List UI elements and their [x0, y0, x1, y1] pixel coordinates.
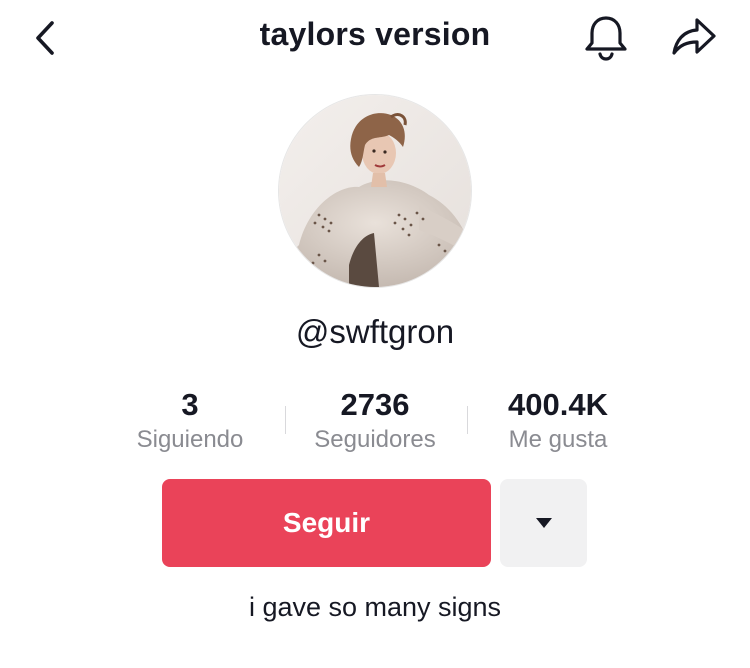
profile-photo	[279, 95, 471, 287]
share-arrow-icon	[672, 18, 716, 55]
followers-count: 2736	[340, 387, 410, 422]
followers-label: Seguidores	[314, 426, 436, 453]
stat-likes[interactable]: 400.4K Me gusta	[468, 387, 648, 457]
bio: i gave so many signs	[248, 592, 502, 622]
following-count: 3	[181, 387, 199, 422]
following-label: Siguiendo	[136, 426, 244, 453]
stat-followers[interactable]: 2736 Seguidores	[285, 387, 465, 457]
likes-label: Me gusta	[508, 426, 608, 453]
chevron-left-icon	[36, 21, 54, 55]
share-button[interactable]	[668, 12, 720, 62]
back-button[interactable]	[28, 14, 68, 62]
notification-button[interactable]	[582, 12, 630, 62]
stat-following[interactable]: 3 Siguiendo	[100, 387, 280, 457]
suggested-accounts-button[interactable]	[500, 479, 587, 567]
caret-down-icon	[535, 518, 552, 528]
avatar[interactable]	[279, 95, 471, 287]
bell-icon	[585, 16, 627, 61]
page-title: taylors version	[259, 16, 491, 52]
likes-count: 400.4K	[508, 387, 608, 422]
follow-button[interactable]: Seguir	[162, 479, 491, 567]
username: @swftgron	[295, 313, 455, 350]
